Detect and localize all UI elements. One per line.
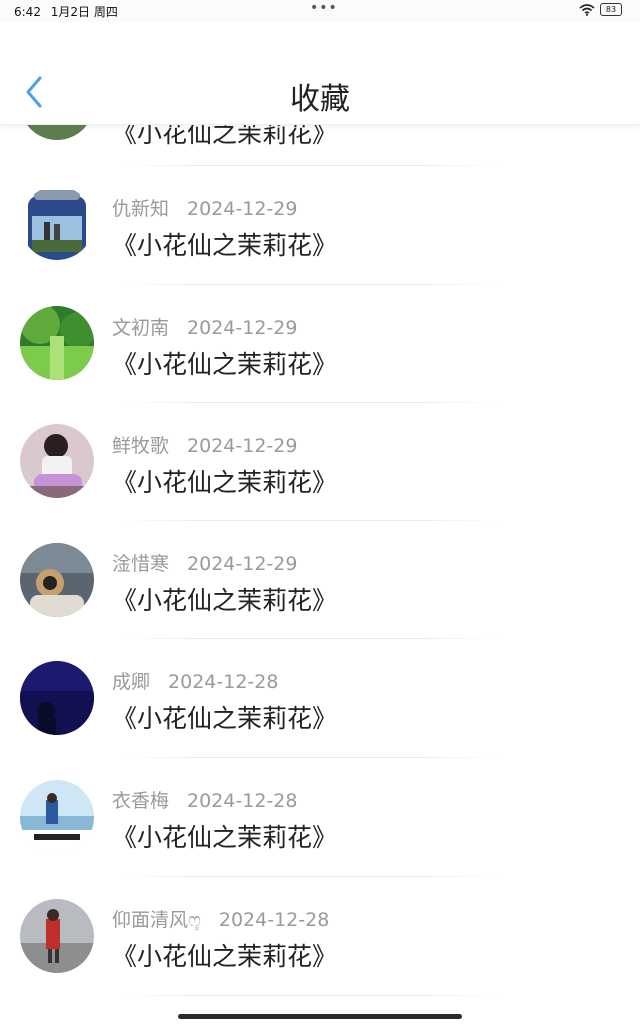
item-date: 2024-12-29 (187, 553, 298, 575)
item-meta: 仰面清风ෆ͙ 2024-12-28 (112, 905, 329, 932)
wifi-icon (579, 3, 595, 16)
story-title: 《小花仙之茉莉花》 (112, 231, 338, 260)
story-title: 《小花仙之茉莉花》 (112, 350, 338, 379)
author-name: 衣香梅 (112, 790, 170, 812)
item-meta: 鲜牧歌 2024-12-29 (112, 431, 297, 458)
story-title: 《小花仙之茉莉花》 (112, 823, 338, 852)
story-title: 《小花仙之茉莉花》 (112, 704, 338, 733)
item-date: 2024-12-29 (187, 198, 298, 220)
status-icons: 83 (579, 3, 622, 16)
home-indicator[interactable] (178, 1014, 462, 1019)
status-time: 6:42 (14, 5, 41, 19)
item-date: 2024-12-29 (187, 317, 298, 339)
item-meta: 文初南 2024-12-29 (112, 313, 297, 340)
list-item[interactable]: 仰面清风ෆ͙ 2024-12-28 《小花仙之茉莉花》 (0, 877, 640, 995)
avatar (20, 780, 94, 854)
item-date: 2024-12-28 (187, 790, 298, 812)
author-name: 仇新知 (112, 198, 170, 220)
item-meta: 成卿 2024-12-28 (112, 667, 278, 694)
story-title: 《小花仙之茉莉花》 (112, 586, 338, 615)
avatar (20, 186, 94, 260)
author-name: 淦惜寒 (112, 553, 170, 575)
divider (120, 995, 500, 996)
list-item[interactable]: 鲜牧歌 2024-12-29 《小花仙之茉莉花》 (0, 403, 640, 521)
item-meta: 仇新知 2024-12-29 (112, 194, 297, 221)
author-name: 文初南 (112, 317, 170, 339)
avatar (20, 543, 94, 617)
avatar (20, 661, 94, 735)
story-title: 《小花仙之茉莉花》 (112, 942, 338, 971)
avatar (20, 424, 94, 498)
author-name: 鲜牧歌 (112, 435, 170, 457)
list-item[interactable]: 文初南 2024-12-29 《小花仙之茉莉花》 (0, 285, 640, 403)
item-date: 2024-12-29 (187, 435, 298, 457)
item-meta: 衣香梅 2024-12-28 (112, 786, 297, 813)
list-item[interactable]: 成卿 2024-12-28 《小花仙之茉莉花》 (0, 639, 640, 757)
item-date: 2024-12-28 (168, 671, 279, 693)
avatar (20, 306, 94, 380)
status-date: 1月2日 周四 (50, 5, 118, 19)
battery-icon: 83 (600, 3, 622, 16)
list-item[interactable]: 仇新知 2024-12-29 《小花仙之茉莉花》 (0, 166, 640, 284)
list-item[interactable]: 淦惜寒 2024-12-29 《小花仙之茉莉花》 (0, 521, 640, 639)
page-title: 收藏 (290, 82, 350, 117)
item-meta: 淦惜寒 2024-12-29 (112, 549, 297, 576)
story-title: 《小花仙之茉莉花》 (112, 468, 338, 497)
header: 收藏 (0, 22, 640, 125)
item-date: 2024-12-28 (218, 909, 330, 931)
author-name: 仰面清风ෆ͙ (112, 909, 201, 931)
status-time-date: 6:42 1月2日 周四 (14, 3, 118, 20)
list-item[interactable]: 衣香梅 2024-12-28 《小花仙之茉莉花》 (0, 758, 640, 876)
author-name: 成卿 (112, 671, 151, 693)
more-dots-icon[interactable]: ••• (310, 0, 338, 16)
avatar (20, 899, 94, 973)
status-bar: 6:42 1月2日 周四 ••• 83 (0, 0, 640, 22)
